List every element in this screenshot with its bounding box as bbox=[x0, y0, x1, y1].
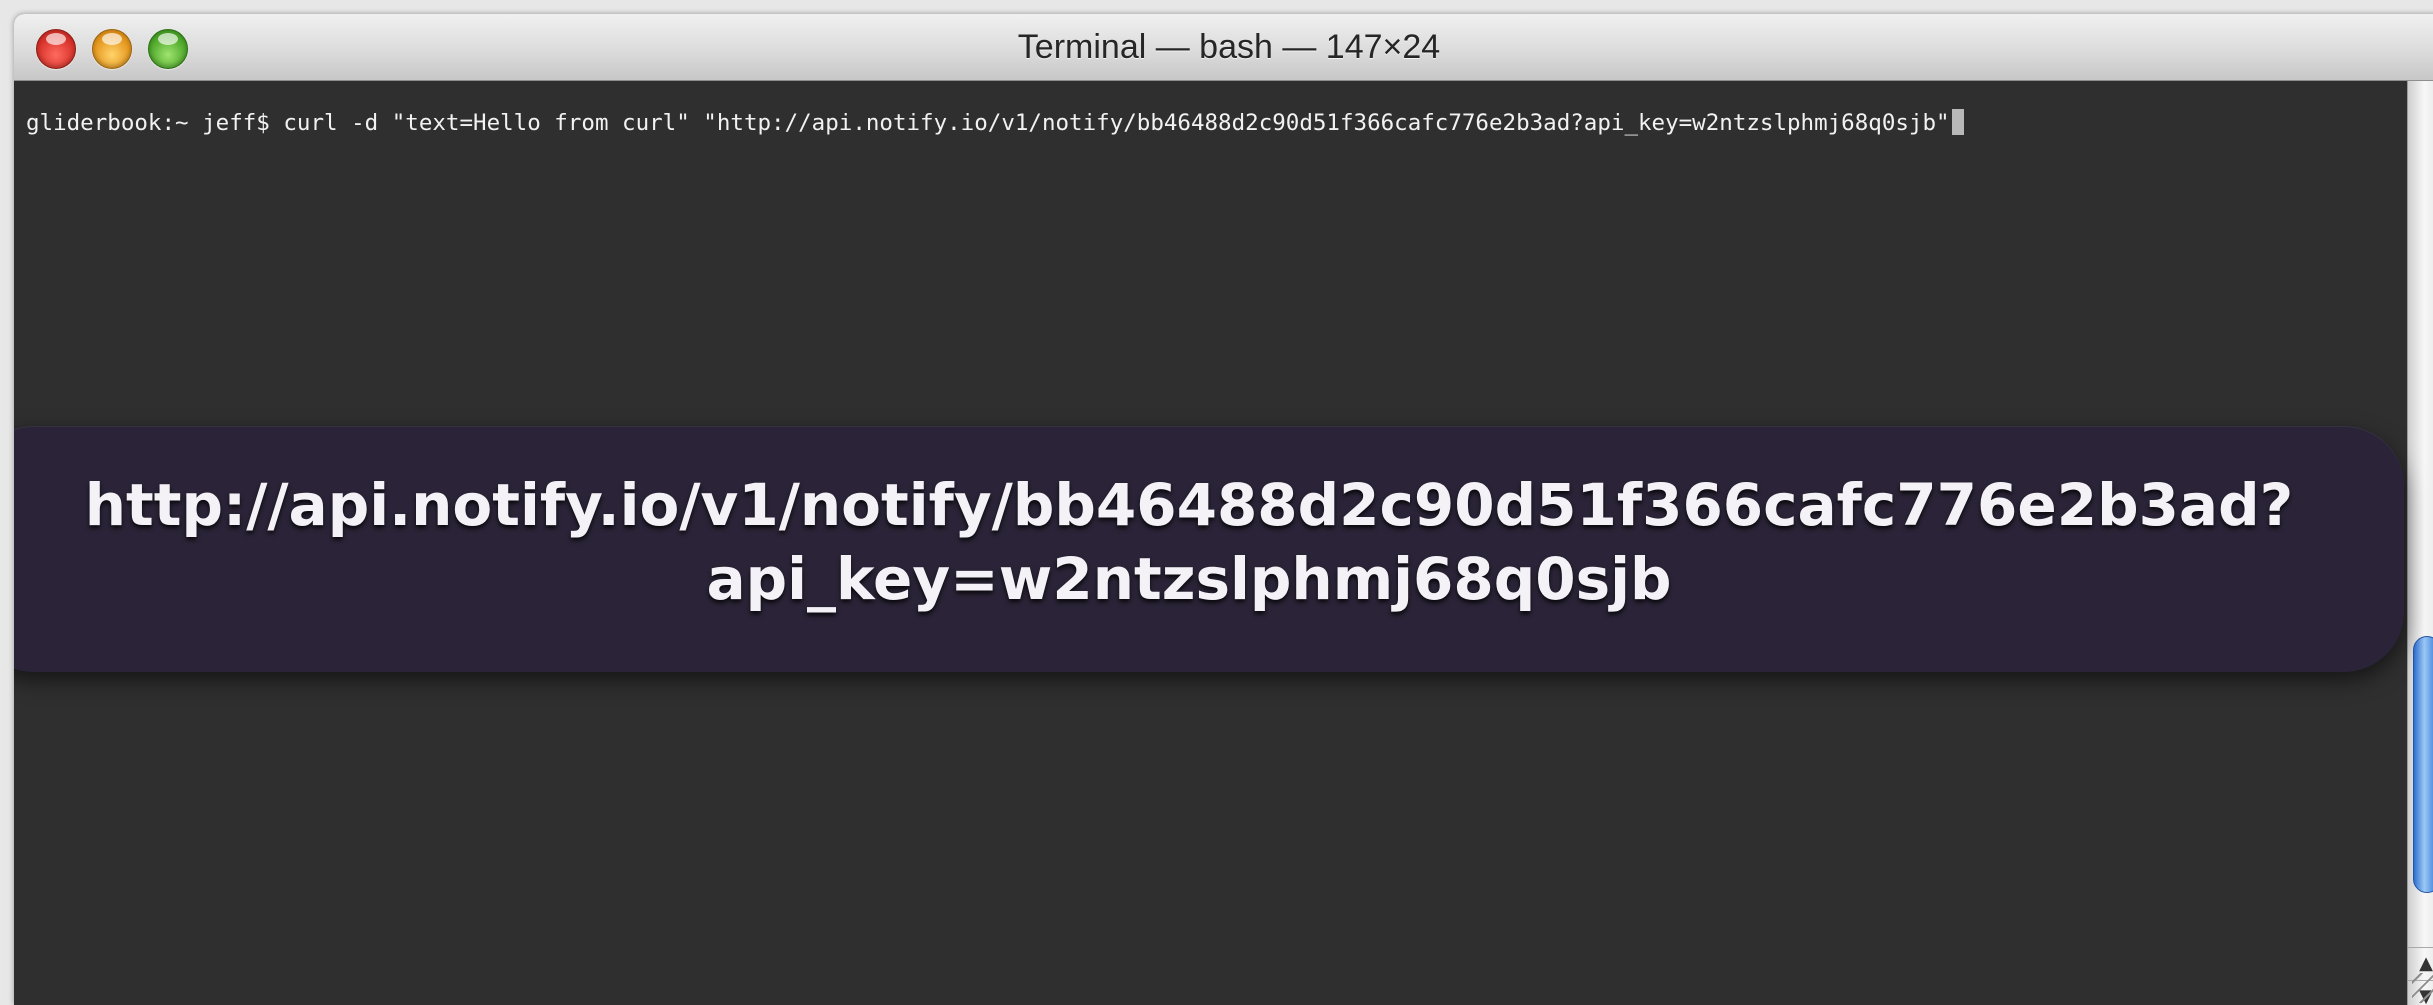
text-cursor bbox=[1951, 109, 1964, 135]
overlay-api-key-line: api_key=w2ntzslphmj68q0sjb bbox=[706, 545, 1672, 613]
notification-overlay: http://api.notify.io/v1/notify/bb46488d2… bbox=[14, 426, 2404, 672]
window-title: Terminal — bash — 147×24 bbox=[1017, 28, 1441, 66]
vertical-scrollbar[interactable]: ▲ ▼ bbox=[2407, 81, 2433, 1005]
overlay-text: http://api.notify.io/v1/notify/bb46488d2… bbox=[14, 468, 2404, 616]
terminal-window: Terminal — bash — 147×24 gliderbook:~ je… bbox=[14, 14, 2433, 1005]
resize-grip-icon[interactable] bbox=[2412, 973, 2433, 1003]
command-line: gliderbook:~ jeff$ curl -d "text=Hello f… bbox=[26, 109, 1964, 136]
overlay-url-line: http://api.notify.io/v1/notify/bb46488d2… bbox=[84, 471, 2294, 539]
command-text: gliderbook:~ jeff$ curl -d "text=Hello f… bbox=[26, 110, 1950, 136]
title-bar[interactable]: Terminal — bash — 147×24 bbox=[14, 14, 2433, 81]
scroll-thumb[interactable] bbox=[2413, 636, 2433, 893]
